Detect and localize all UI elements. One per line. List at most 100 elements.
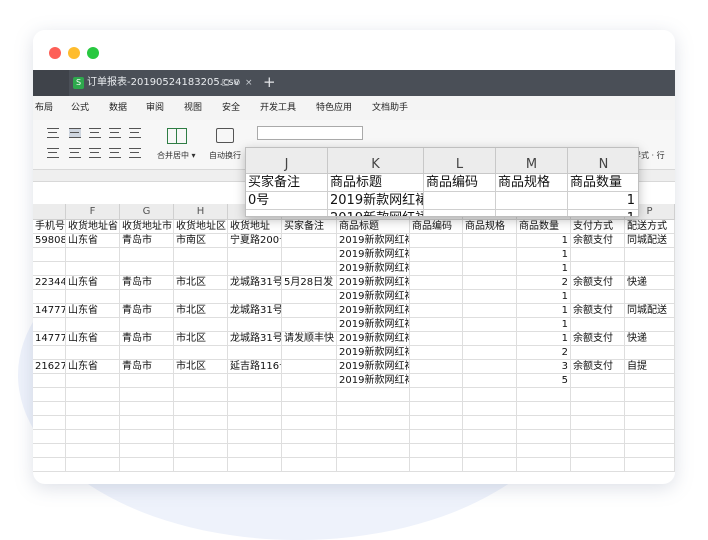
- table-cell[interactable]: 龙城路31号: [228, 332, 282, 346]
- table-cell[interactable]: 1: [517, 318, 571, 332]
- table-cell[interactable]: [174, 318, 228, 332]
- table-cell[interactable]: [517, 444, 571, 458]
- table-cell[interactable]: [625, 444, 675, 458]
- new-tab-button[interactable]: +: [263, 70, 276, 94]
- menu-special[interactable]: 特色应用: [316, 96, 352, 120]
- table-cell[interactable]: 2019新款网红裙子显瘦涤黄色+165: [337, 318, 410, 332]
- font-style-input[interactable]: [257, 126, 363, 140]
- table-cell[interactable]: [174, 402, 228, 416]
- table-cell[interactable]: [337, 388, 410, 402]
- table-cell[interactable]: [463, 388, 517, 402]
- table-cell[interactable]: [33, 444, 66, 458]
- table-cell[interactable]: [463, 346, 517, 360]
- table-cell[interactable]: [463, 304, 517, 318]
- table-cell[interactable]: 市北区: [174, 360, 228, 374]
- table-cell[interactable]: [228, 430, 282, 444]
- menu-view[interactable]: 视图: [184, 96, 202, 120]
- table-cell[interactable]: [282, 360, 337, 374]
- table-cell[interactable]: 快递: [625, 332, 675, 346]
- table-cell[interactable]: [463, 276, 517, 290]
- tab-file[interactable]: S 订单报表-20190524183205.csv: [69, 70, 258, 96]
- minimize-window-button[interactable]: [68, 47, 80, 59]
- table-cell[interactable]: [33, 388, 66, 402]
- column-header[interactable]: [33, 204, 66, 220]
- table-cell[interactable]: [66, 402, 120, 416]
- table-cell[interactable]: [410, 416, 463, 430]
- column-header[interactable]: G: [120, 204, 174, 220]
- table-cell[interactable]: [337, 430, 410, 444]
- table-cell[interactable]: [33, 346, 66, 360]
- tab-close-icon[interactable]: ×: [245, 70, 253, 96]
- table-cell[interactable]: 3: [517, 360, 571, 374]
- table-cell[interactable]: 2: [517, 346, 571, 360]
- table-cell[interactable]: [66, 346, 120, 360]
- table-cell[interactable]: [410, 276, 463, 290]
- table-cell[interactable]: 青岛市: [120, 360, 174, 374]
- header-cell[interactable]: 商品编码: [410, 220, 463, 234]
- menu-formula[interactable]: 公式: [71, 96, 89, 120]
- table-cell[interactable]: [66, 444, 120, 458]
- table-cell[interactable]: [410, 290, 463, 304]
- table-cell[interactable]: 市南区: [174, 234, 228, 248]
- table-cell[interactable]: 市北区: [174, 304, 228, 318]
- table-cell[interactable]: 1: [517, 262, 571, 276]
- menu-data[interactable]: 数据: [109, 96, 127, 120]
- table-cell[interactable]: [33, 430, 66, 444]
- wrap-text-button[interactable]: 自动换行: [209, 150, 241, 161]
- table-cell[interactable]: [228, 290, 282, 304]
- table-cell[interactable]: [120, 444, 174, 458]
- table-cell[interactable]: [66, 416, 120, 430]
- table-cell[interactable]: [174, 388, 228, 402]
- table-cell[interactable]: [228, 388, 282, 402]
- table-cell[interactable]: [174, 248, 228, 262]
- merge-center-button[interactable]: 合并居中 ▾: [157, 150, 196, 161]
- table-cell[interactable]: [33, 416, 66, 430]
- table-cell[interactable]: [463, 402, 517, 416]
- table-cell[interactable]: 青岛市: [120, 234, 174, 248]
- table-cell[interactable]: [120, 248, 174, 262]
- table-cell[interactable]: [625, 458, 675, 472]
- table-cell[interactable]: [410, 388, 463, 402]
- menu-review[interactable]: 审阅: [146, 96, 164, 120]
- header-cell[interactable]: 收货地址市: [120, 220, 174, 234]
- tab-window-icon[interactable]: ▢: [221, 70, 230, 96]
- table-cell[interactable]: 2019新款网红裙子显瘦涤黄色+165: [337, 374, 410, 388]
- table-cell[interactable]: [463, 234, 517, 248]
- header-cell[interactable]: 收货地址省: [66, 220, 120, 234]
- table-cell[interactable]: 青岛市: [120, 332, 174, 346]
- table-cell[interactable]: [282, 248, 337, 262]
- table-cell[interactable]: 2019新款网红裙子显瘦涤红色+160: [337, 360, 410, 374]
- table-cell[interactable]: 216275: [33, 360, 66, 374]
- table-cell[interactable]: 山东省: [66, 332, 120, 346]
- indent-increase-icon[interactable]: [129, 128, 141, 138]
- table-cell[interactable]: 余额支付: [571, 276, 625, 290]
- table-cell[interactable]: 龙城路31号: [228, 304, 282, 318]
- table-cell[interactable]: [228, 444, 282, 458]
- table-cell[interactable]: 1: [517, 234, 571, 248]
- table-cell[interactable]: [282, 416, 337, 430]
- table-cell[interactable]: [228, 416, 282, 430]
- table-cell[interactable]: 2019新款网红裙子显瘦涤黄色+155: [337, 276, 410, 290]
- table-cell[interactable]: [463, 262, 517, 276]
- table-cell[interactable]: 余额支付: [571, 234, 625, 248]
- wrap-text-icon[interactable]: [216, 128, 234, 143]
- header-cell[interactable]: 商品数量: [517, 220, 571, 234]
- table-cell[interactable]: [282, 444, 337, 458]
- table-cell[interactable]: 龙城路31号: [228, 276, 282, 290]
- table-cell[interactable]: 市北区: [174, 276, 228, 290]
- table-cell[interactable]: [410, 458, 463, 472]
- header-cell[interactable]: 配送方式: [625, 220, 675, 234]
- table-cell[interactable]: [463, 248, 517, 262]
- table-cell[interactable]: [120, 374, 174, 388]
- table-cell[interactable]: [120, 388, 174, 402]
- column-header[interactable]: F: [66, 204, 120, 220]
- table-cell[interactable]: 山东省: [66, 234, 120, 248]
- table-cell[interactable]: 自提: [625, 360, 675, 374]
- table-cell[interactable]: 5: [517, 374, 571, 388]
- table-cell[interactable]: 2019新款网红裙子显瘦涤黄色+165: [337, 346, 410, 360]
- table-cell[interactable]: [571, 444, 625, 458]
- table-cell[interactable]: [228, 402, 282, 416]
- table-cell[interactable]: [228, 248, 282, 262]
- table-cell[interactable]: [282, 262, 337, 276]
- table-cell[interactable]: [463, 318, 517, 332]
